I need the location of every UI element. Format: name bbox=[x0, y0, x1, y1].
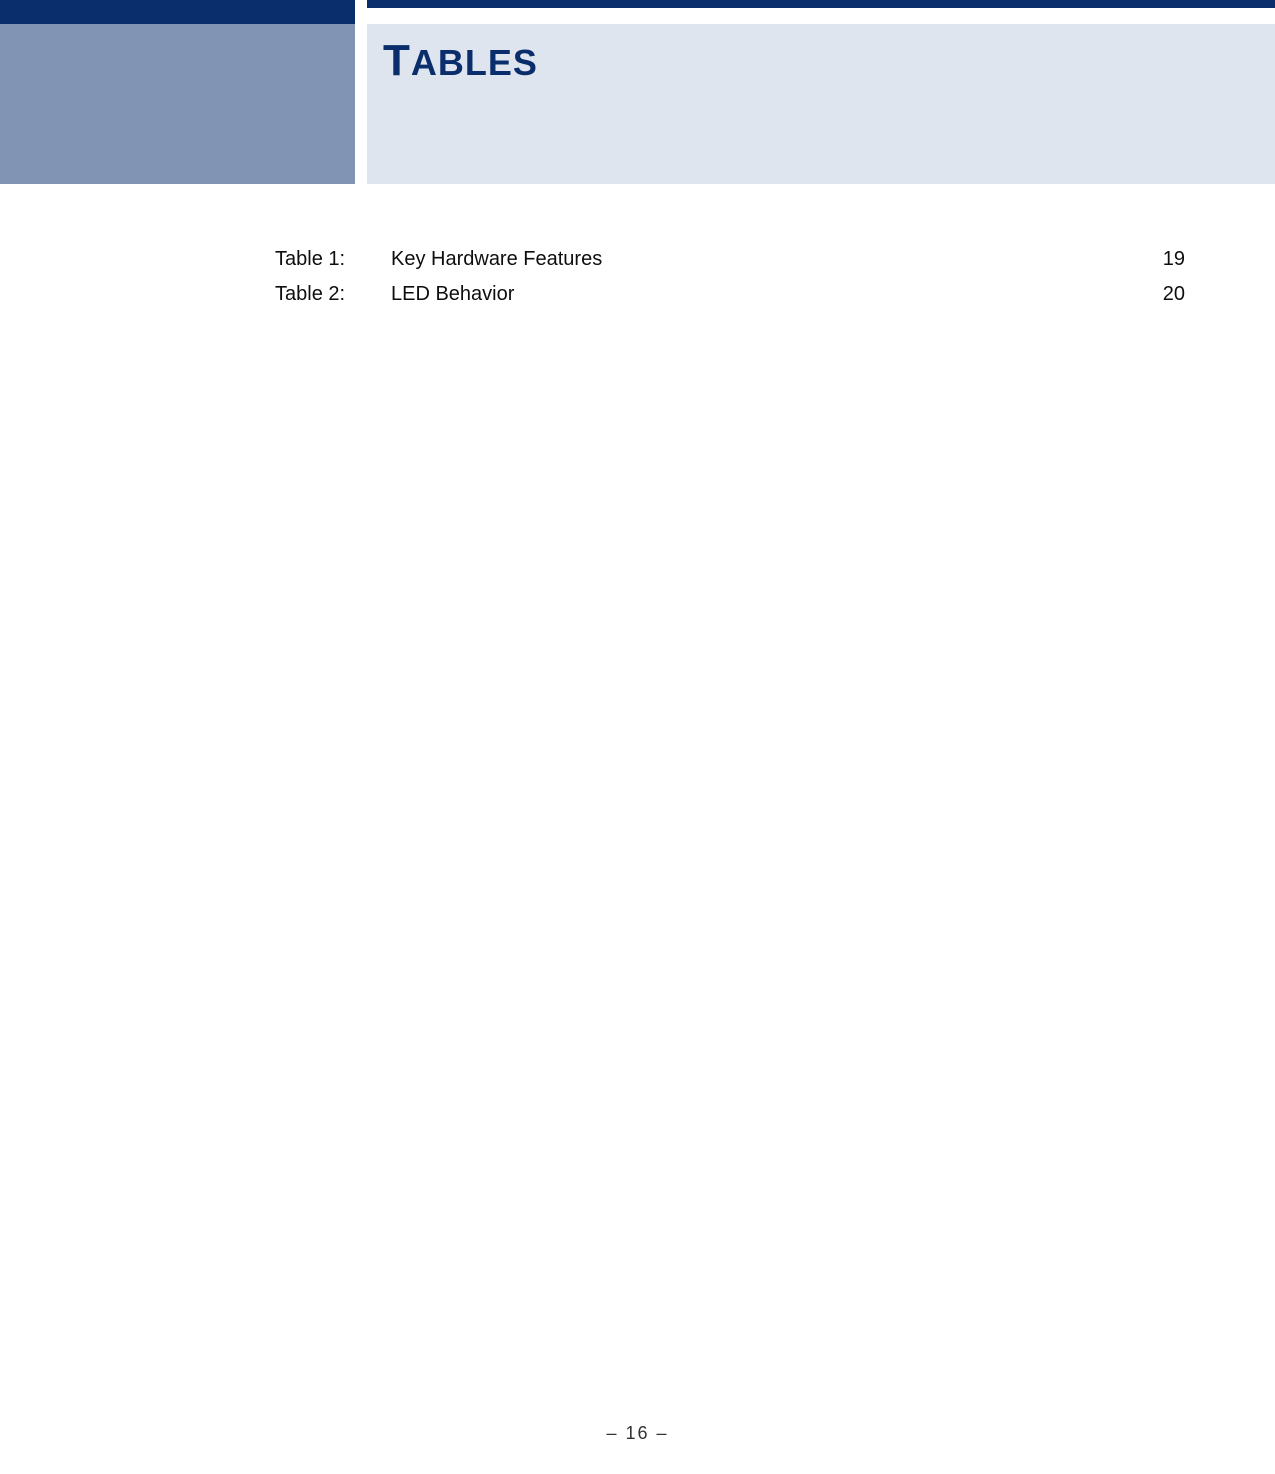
header-band-gap bbox=[355, 24, 367, 184]
page-title: TABLES bbox=[383, 36, 1275, 86]
page-footer: – 16 – bbox=[0, 1423, 1275, 1444]
header-top-bar bbox=[0, 0, 1275, 24]
header-top-bar-right bbox=[367, 0, 1275, 8]
header-top-bar-left bbox=[0, 0, 355, 24]
toc-label: Table 1: bbox=[275, 248, 387, 271]
toc-text: Key Hardware Features bbox=[387, 248, 1125, 271]
toc-content: Table 1: Key Hardware Features 19 Table … bbox=[275, 248, 1185, 318]
header-band-left bbox=[0, 24, 355, 184]
toc-page: 20 bbox=[1125, 283, 1185, 306]
toc-label: Table 2: bbox=[275, 283, 387, 306]
page-title-first-letter: T bbox=[383, 36, 411, 85]
header-band-right: TABLES bbox=[367, 24, 1275, 184]
page-title-rest: ABLES bbox=[411, 42, 538, 83]
header-top-bar-gap bbox=[355, 0, 367, 24]
toc-row: Table 2: LED Behavior 20 bbox=[275, 283, 1185, 306]
toc-row: Table 1: Key Hardware Features 19 bbox=[275, 248, 1185, 271]
toc-page: 19 bbox=[1125, 248, 1185, 271]
toc-text: LED Behavior bbox=[387, 283, 1125, 306]
page-number: – 16 – bbox=[606, 1423, 668, 1443]
header-band: TABLES bbox=[0, 24, 1275, 184]
